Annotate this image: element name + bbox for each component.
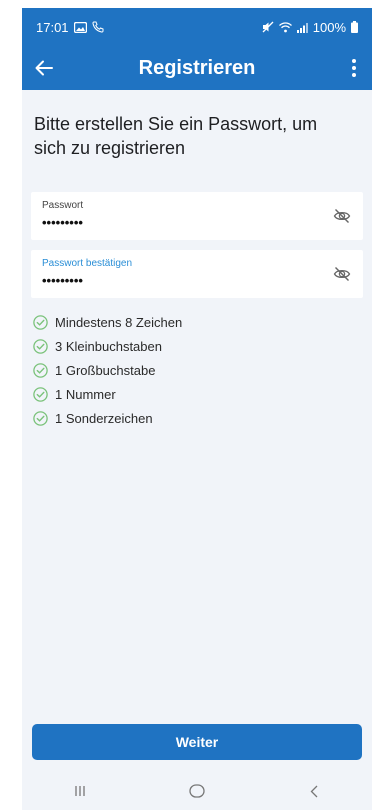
confirm-password-label: Passwort bestätigen (42, 258, 133, 269)
recent-apps-icon (75, 786, 85, 796)
check-circle-icon (33, 314, 48, 330)
password-requirements: Mindestens 8 Zeichen 3 Kleinbuchstaben 1… (33, 310, 372, 430)
requirement-item: 3 Kleinbuchstaben (33, 334, 372, 358)
check-circle-icon (33, 386, 48, 402)
requirement-label: 1 Nummer (55, 386, 116, 402)
home-button[interactable] (177, 772, 217, 810)
home-icon (189, 784, 205, 798)
requirement-label: Mindestens 8 Zeichen (55, 314, 183, 330)
check-circle-icon (33, 362, 48, 378)
requirement-label: 3 Kleinbuchstaben (55, 338, 162, 354)
phone-icon (91, 21, 104, 33)
mute-icon (262, 21, 274, 33)
password-value: ••••••••• (42, 215, 83, 230)
continue-button[interactable]: Weiter (32, 724, 362, 760)
system-nav-bar (22, 772, 372, 810)
battery-icon (351, 21, 358, 33)
recent-apps-button[interactable] (60, 772, 100, 810)
password-field[interactable]: Passwort ••••••••• (31, 192, 363, 240)
requirement-item: Mindestens 8 Zeichen (33, 310, 372, 334)
image-icon (73, 21, 87, 33)
page-title: Registrieren (138, 56, 256, 79)
eye-off-icon[interactable] (333, 207, 351, 225)
requirement-item: 1 Großbuchstabe (33, 358, 372, 382)
check-circle-icon (33, 410, 48, 426)
status-bar: 17:01 100% (22, 8, 372, 46)
check-circle-icon (33, 338, 48, 354)
confirm-password-value: ••••••••• (42, 273, 83, 288)
kebab-menu-icon (352, 59, 356, 77)
requirement-label: 1 Großbuchstabe (55, 362, 156, 378)
back-icon (310, 785, 318, 797)
status-time: 17:01 (36, 19, 69, 35)
instruction-heading: Bitte erstellen Sie ein Passwort, um sic… (34, 114, 318, 158)
requirement-item: 1 Sonderzeichen (33, 406, 372, 430)
status-left: 17:01 (36, 20, 104, 35)
eye-off-icon[interactable] (333, 265, 351, 283)
confirm-password-field[interactable]: Passwort bestätigen ••••••••• (31, 250, 363, 298)
battery-text: 100% (312, 19, 346, 35)
status-right: 100% (262, 20, 358, 35)
overflow-menu-button[interactable] (340, 46, 368, 90)
phone-screen: 17:01 100% Registrieren Bitte erstellen … (22, 8, 372, 810)
signal-icon (296, 22, 308, 33)
wifi-icon (278, 21, 292, 32)
arrow-left-icon (35, 60, 53, 76)
nav-back-button[interactable] (294, 772, 334, 810)
password-label: Passwort (42, 200, 84, 211)
requirement-label: 1 Sonderzeichen (55, 410, 153, 426)
back-button[interactable] (22, 46, 66, 90)
requirement-item: 1 Nummer (33, 382, 372, 406)
app-bar: Registrieren (22, 46, 372, 90)
